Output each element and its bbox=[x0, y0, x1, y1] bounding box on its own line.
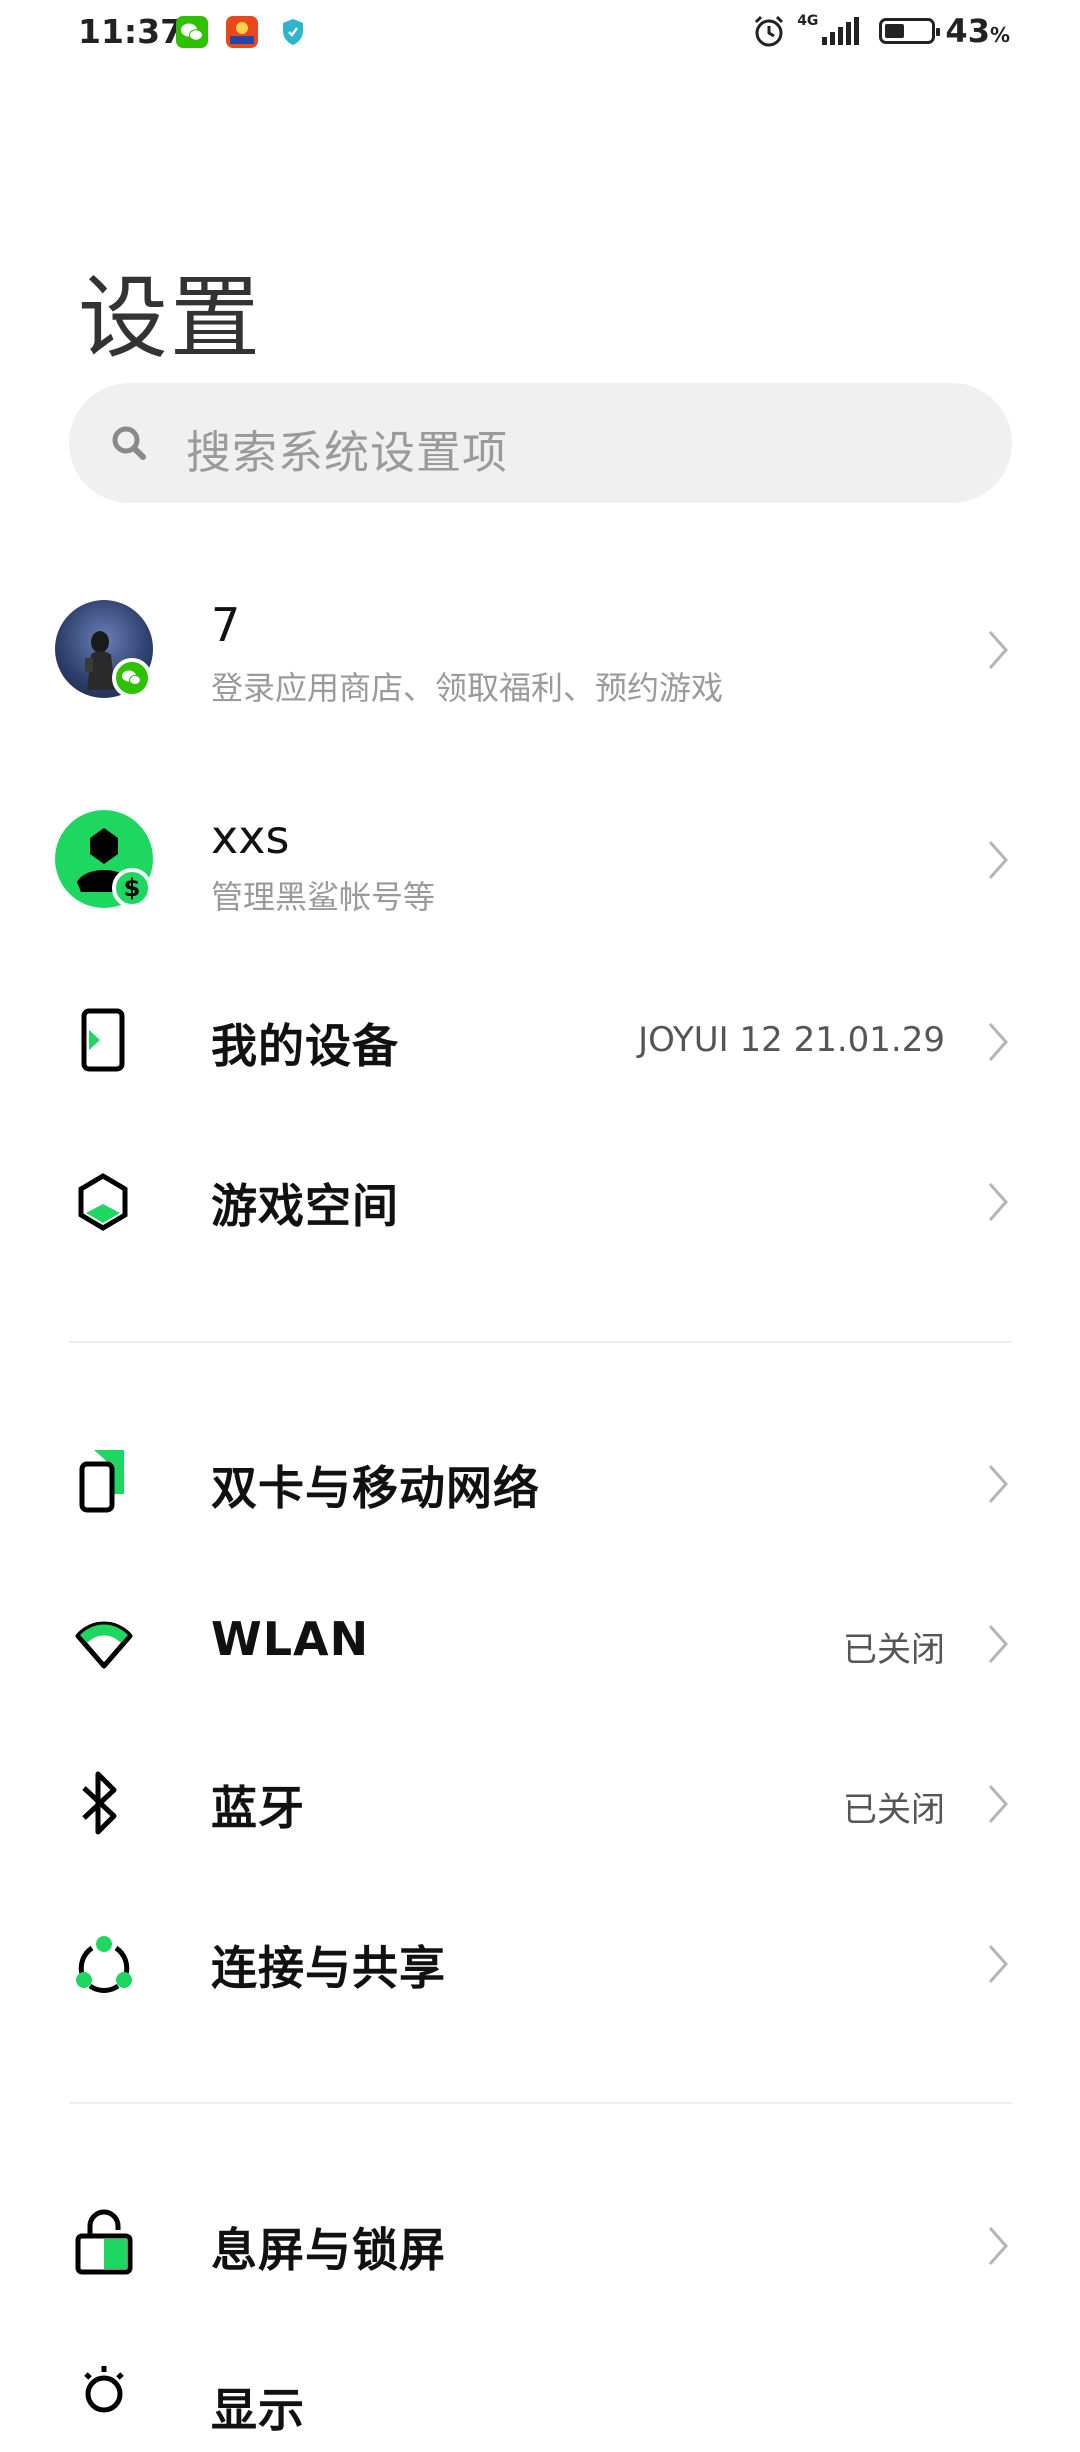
settings-item-display[interactable]: 显示 bbox=[0, 2364, 1080, 2452]
dollar-badge-icon: $ bbox=[112, 868, 152, 908]
signal-icon bbox=[822, 17, 860, 45]
hexagon-icon bbox=[78, 1173, 128, 1231]
sim-card-icon bbox=[79, 1450, 124, 1513]
settings-item-my-device[interactable]: 我的设备 JOYUI 12 21.01.29 bbox=[0, 1000, 1080, 1088]
settings-item-wlan[interactable]: WLAN 已关闭 bbox=[0, 1602, 1080, 1690]
item-label: 游戏空间 bbox=[211, 1179, 399, 1233]
item-label: 显示 bbox=[211, 2383, 305, 2437]
search-icon bbox=[112, 426, 146, 460]
search-placeholder: 搜索系统设置项 bbox=[186, 426, 509, 479]
status-right: 4G 43% bbox=[751, 12, 1010, 50]
account-subtitle: 管理黑鲨帐号等 bbox=[211, 878, 436, 916]
status-time: 11:37 bbox=[78, 12, 184, 51]
divider bbox=[69, 2102, 1012, 2104]
bluetooth-icon bbox=[82, 1771, 117, 1835]
item-label: 我的设备 bbox=[211, 1019, 399, 1073]
divider bbox=[69, 1341, 1012, 1343]
alarm-icon bbox=[755, 15, 784, 47]
chevron-right-icon bbox=[988, 1625, 1009, 1663]
item-label: 连接与共享 bbox=[211, 1941, 446, 1995]
settings-item-game-space[interactable]: 游戏空间 bbox=[0, 1160, 1080, 1248]
chevron-right-icon bbox=[988, 841, 1009, 879]
chevron-right-icon bbox=[988, 2227, 1009, 2265]
battery-percent: 43% bbox=[945, 12, 1010, 50]
settings-item-connection-sharing[interactable]: 连接与共享 bbox=[0, 1922, 1080, 2010]
search-bar[interactable]: 搜索系统设置项 bbox=[69, 383, 1012, 503]
chevron-right-icon bbox=[988, 1945, 1009, 1983]
item-value: JOYUI 12 21.01.29 bbox=[638, 1020, 945, 1060]
item-label: 双卡与移动网络 bbox=[211, 1461, 540, 1515]
item-label: WLAN bbox=[211, 1612, 370, 1666]
item-value: 已关闭 bbox=[843, 1790, 945, 1830]
item-label: 蓝牙 bbox=[211, 1781, 305, 1835]
share-icon bbox=[76, 1936, 132, 1993]
item-value: 已关闭 bbox=[843, 1630, 945, 1670]
account-name: xxs bbox=[211, 810, 290, 864]
account-row-blackshark[interactable]: $ xxs 管理黑鲨帐号等 bbox=[0, 802, 1080, 922]
settings-item-lock-screen[interactable]: 息屏与锁屏 bbox=[0, 2204, 1080, 2292]
app-notification-icon bbox=[226, 16, 258, 48]
chevron-right-icon bbox=[988, 1465, 1009, 1503]
phone-icon bbox=[81, 1008, 125, 1072]
battery-icon bbox=[879, 18, 941, 44]
item-label: 息屏与锁屏 bbox=[211, 2223, 446, 2277]
wechat-notification-icon bbox=[176, 16, 208, 48]
account-name: 7 bbox=[211, 598, 241, 652]
shield-icon bbox=[283, 19, 303, 45]
account-subtitle: 登录应用商店、领取福利、预约游戏 bbox=[211, 669, 724, 707]
chevron-right-icon bbox=[988, 1785, 1009, 1823]
page-title: 设置 bbox=[78, 266, 262, 371]
settings-item-sim-network[interactable]: 双卡与移动网络 bbox=[0, 1442, 1080, 1530]
account-row-local[interactable]: 7 登录应用商店、领取福利、预约游戏 bbox=[0, 590, 1080, 710]
chevron-right-icon bbox=[988, 1183, 1009, 1221]
chevron-right-icon bbox=[988, 1023, 1009, 1061]
chevron-right-icon bbox=[988, 631, 1009, 669]
wifi-icon bbox=[75, 1621, 133, 1669]
lock-icon bbox=[75, 2209, 133, 2275]
settings-item-bluetooth[interactable]: 蓝牙 已关闭 bbox=[0, 1762, 1080, 1850]
network-type: 4G bbox=[797, 13, 819, 29]
brightness-icon bbox=[84, 2366, 124, 2413]
wechat-badge-icon bbox=[112, 658, 152, 698]
status-bar: 11:37 4G 43% bbox=[0, 0, 1080, 66]
